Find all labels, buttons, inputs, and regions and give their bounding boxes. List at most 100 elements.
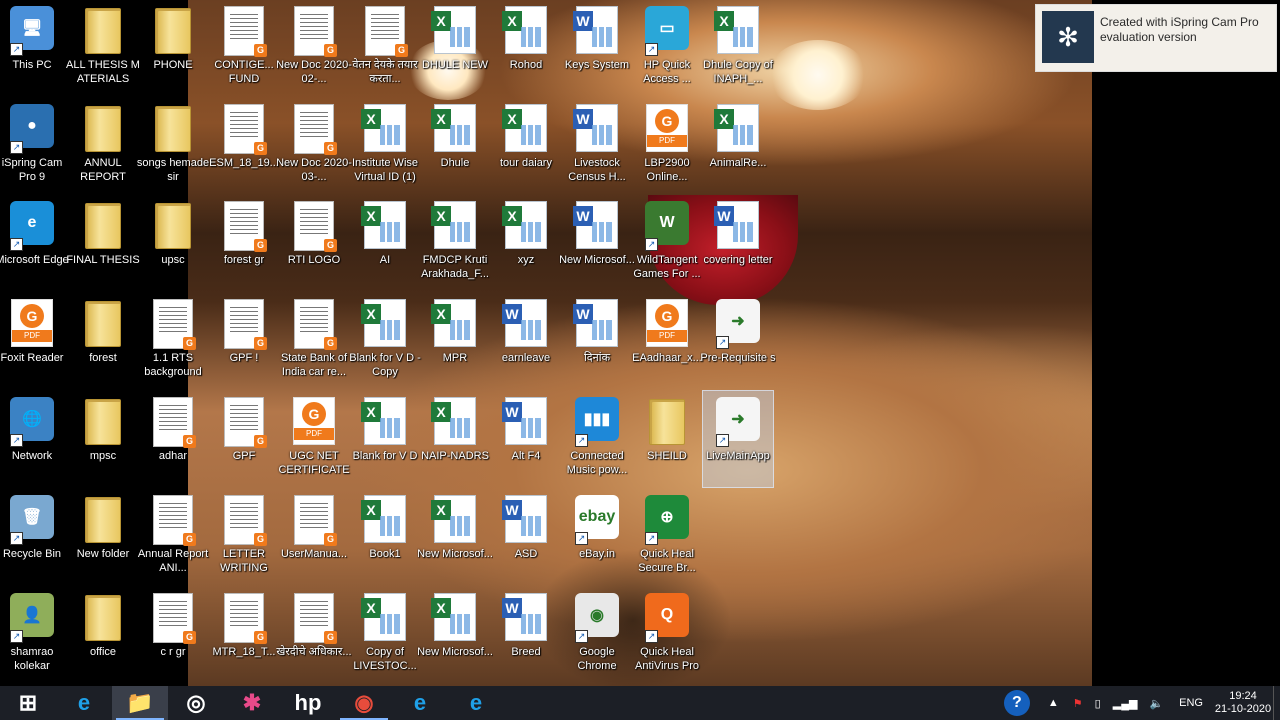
desktop-icon-microsoft-edge[interactable]: e ↗ Microsoft Edge: [0, 195, 69, 291]
desktop-icon-1-1-rts-background[interactable]: G 1.1 RTS background: [138, 293, 208, 389]
desktop-icon-alt-f4[interactable]: W Alt F4: [491, 391, 561, 487]
desktop-icon-contige-fund[interactable]: G CONTIGE... FUND: [209, 0, 279, 96]
desktop-icon-keys-system[interactable]: W Keys System: [562, 0, 632, 96]
desktop-icon-item[interactable]: G वेतन देयके तयार करता...: [350, 0, 420, 96]
desktop-icon-label: songs hemade sir: [136, 157, 210, 183]
desktop-icon-this-pc[interactable]: 🖥 ↗ This PC: [0, 0, 67, 96]
desktop-icon-annual-report-ani[interactable]: G Annual Report ANI...: [138, 489, 208, 585]
desktop-icon-item[interactable]: W दिनांक: [562, 293, 632, 389]
desktop-icon-blank-for-v-d-copy[interactable]: X Blank for V D - Copy: [349, 293, 421, 389]
desktop-icon-new-microsof[interactable]: X New Microsof...: [417, 489, 493, 585]
desktop-icon-dhule[interactable]: X Dhule: [420, 98, 490, 194]
desktop-icon-ugc-net-certificate[interactable]: G PDF UGC NET CERTIFICATE: [278, 391, 350, 487]
desktop-icon-livestock-census-h[interactable]: W Livestock Census H...: [562, 98, 632, 194]
network-icon[interactable]: ▂▄▆: [1113, 697, 1138, 710]
help-icon[interactable]: ?: [994, 686, 1040, 720]
desktop-icon-upsc[interactable]: upsc: [138, 195, 208, 291]
desktop-icon-connected-music-pow[interactable]: ▮▮▮ ↗ Connected Music pow...: [562, 391, 632, 487]
desktop-icon-gpf[interactable]: G GPF: [209, 391, 279, 487]
desktop-icon-item[interactable]: G खेरदीचे अधिकार...: [276, 587, 352, 683]
taskbar-hp-app[interactable]: hp: [280, 686, 336, 720]
desktop-icon-dhule-copy-of-inaph[interactable]: X Dhule Copy of INAPH_...: [703, 0, 773, 96]
desktop-icon-mpsc[interactable]: mpsc: [68, 391, 138, 487]
desktop-icon-tour-daiary[interactable]: Xtour daiary: [491, 98, 561, 194]
desktop-icon-recycle-bin[interactable]: 🗑 ↗ Recycle Bin: [0, 489, 67, 585]
desktop-icon-c-r-gr[interactable]: Gc r gr: [138, 587, 208, 683]
desktop-icon-usermanua[interactable]: G UserManua...: [279, 489, 349, 585]
desktop-icon-google-chrome[interactable]: ◉ ↗ Google Chrome: [562, 587, 632, 683]
taskbar-file-explorer[interactable]: 📁: [112, 686, 168, 720]
taskbar-paint-app[interactable]: ✱: [224, 686, 280, 720]
desktop-icon-rti-logo[interactable]: G RTI LOGO: [279, 195, 349, 291]
desktop-icon-livemainapp[interactable]: ➜ ↗ LiveMainApp: [702, 390, 774, 488]
desktop-icon-institute-wise-virtual-id-1[interactable]: X Institute Wise Virtual ID (1): [350, 98, 420, 194]
volume-icon[interactable]: 🔈: [1149, 697, 1163, 710]
desktop-icon-forest[interactable]: forest: [68, 293, 138, 389]
desktop-icon-songs-hemade-sir[interactable]: songs hemade sir: [136, 98, 210, 194]
desktop-icon-new-microsof[interactable]: W New Microsof...: [559, 195, 635, 291]
desktop-icon-gpf[interactable]: G GPF !: [209, 293, 279, 389]
desktop-icon-all-thesis-m-aterials[interactable]: ALL THESIS M ATERIALS: [66, 0, 140, 96]
show-desktop-button[interactable]: [1273, 686, 1280, 720]
pdf-file-icon: G PDF: [643, 299, 691, 347]
clock[interactable]: 19:24 21-10-2020: [1213, 690, 1273, 716]
taskbar-chrome[interactable]: ◉: [336, 686, 392, 720]
desktop-icon-sheild[interactable]: SHEILD: [632, 391, 702, 487]
desktop-icon-label: iSpring Cam Pro 9: [1, 157, 63, 183]
desktop-icon-ebay-in[interactable]: ebay ↗ eBay.in: [562, 489, 632, 585]
battery-icon[interactable]: ▯: [1095, 697, 1101, 710]
desktop-icon-new-doc-2020-02[interactable]: G New Doc 2020-02-...: [276, 0, 352, 96]
desktop-icon-copy-of-livestoc[interactable]: X Copy of LIVESTOC...: [350, 587, 420, 683]
desktop-icon-mtr-18-t[interactable]: G MTR_18_T...: [209, 587, 279, 683]
taskbar-start-button[interactable]: ⊞: [0, 686, 56, 720]
language-indicator[interactable]: ENG: [1179, 697, 1203, 709]
desktop-icon-label: 1.1 RTS background: [144, 352, 202, 378]
desktop-icon-naip-nadrs[interactable]: X NAIP-NADRS: [420, 391, 490, 487]
desktop-icon-esm-18-19[interactable]: G ESM_18_19...: [209, 98, 279, 194]
desktop-icon-breed[interactable]: W Breed: [491, 587, 561, 683]
desktop-icon-mpr[interactable]: X MPR: [420, 293, 490, 389]
this-pc-icon: 🖥 ↗: [8, 6, 56, 56]
desktop-icon-covering-letter[interactable]: Wcovering letter: [703, 195, 773, 291]
desktop-icon-rohod[interactable]: X Rohod: [491, 0, 561, 96]
taskbar-ispring-cam[interactable]: ◎: [168, 686, 224, 720]
desktop-icon-ai[interactable]: X AI: [350, 195, 420, 291]
desktop-icon-fmdcp-kruti-arakhada-f[interactable]: X FMDCP Kruti Arakhada_F...: [420, 195, 490, 291]
taskbar-edge-2[interactable]: e: [448, 686, 504, 720]
taskbar-edge[interactable]: e: [392, 686, 448, 720]
desktop-icon-office[interactable]: office: [68, 587, 138, 683]
desktop-icon-dhule-new[interactable]: X DHULE NEW: [420, 0, 490, 96]
desktop-icon-book1[interactable]: X Book1: [350, 489, 420, 585]
desktop-icon-ispring-cam-pro-9[interactable]: ● ↗ iSpring Cam Pro 9: [0, 98, 67, 194]
desktop-icon-annul-report[interactable]: ANNUL REPORT: [68, 98, 138, 194]
desktop-icon-animalre[interactable]: X AnimalRe...: [703, 98, 773, 194]
desktop-icon-earnleave[interactable]: Wearnleave: [491, 293, 561, 389]
show-hidden-icons-icon[interactable]: ▲: [1048, 697, 1059, 709]
desktop-icon-new-microsof[interactable]: X New Microsof...: [417, 587, 493, 683]
desktop-icon-lbp2900-online[interactable]: G PDF LBP2900 Online...: [632, 98, 702, 194]
desktop-icon-quick-heal-antivirus-pro[interactable]: Q ↗ Quick Heal AntiVirus Pro: [632, 587, 702, 683]
notification-flag-icon[interactable]: ⚑: [1073, 697, 1083, 710]
desktop-icon-foxit-reader[interactable]: G PDF Foxit Reader: [0, 293, 67, 389]
desktop-icon-eaadhaar-x[interactable]: G PDF EAadhaar_x...: [632, 293, 702, 389]
desktop-icon-blank-for-v-d[interactable]: X Blank for V D: [350, 391, 420, 487]
desktop-icon-state-bank-of-india-car-re[interactable]: G State Bank of India car re...: [279, 293, 349, 389]
desktop-icon-xyz[interactable]: Xxyz: [491, 195, 561, 291]
desktop-icon-adhar[interactable]: Gadhar: [138, 391, 208, 487]
desktop-icon-wildtangent-games-for[interactable]: W ↗ WildTangent Games For ...: [632, 195, 702, 291]
desktop-icon-pre-requisite-s[interactable]: ➜ ↗ Pre-Requisite s: [700, 293, 776, 389]
desktop-icon-shamrao-kolekar[interactable]: 👤 ↗ shamrao kolekar: [0, 587, 67, 683]
desktop-icon-hp-quick-access[interactable]: ▭ ↗ HP Quick Access ...: [632, 0, 702, 96]
taskbar-internet-explorer[interactable]: e: [56, 686, 112, 720]
desktop-icon-forest-gr[interactable]: Gforest gr: [209, 195, 279, 291]
document-icon: G: [220, 495, 268, 546]
desktop-icon-quick-heal-secure-br[interactable]: ⊕ ↗ Quick Heal Secure Br...: [632, 489, 702, 585]
desktop-icon-new-folder[interactable]: New folder: [68, 489, 138, 585]
desktop-icon-letter-writing[interactable]: G LETTER WRITING: [209, 489, 279, 585]
desktop-icon-new-doc-2020-03[interactable]: G New Doc 2020-03-...: [276, 98, 352, 194]
desktop-icon-label: New Doc 2020-03-...: [276, 157, 352, 183]
desktop-icon-network[interactable]: 🌐 ↗ Network: [0, 391, 67, 487]
desktop-icon-phone[interactable]: PHONE: [138, 0, 208, 96]
desktop-icon-final-thesis[interactable]: FINAL THESIS: [66, 195, 140, 291]
desktop-icon-asd[interactable]: W ASD: [491, 489, 561, 585]
